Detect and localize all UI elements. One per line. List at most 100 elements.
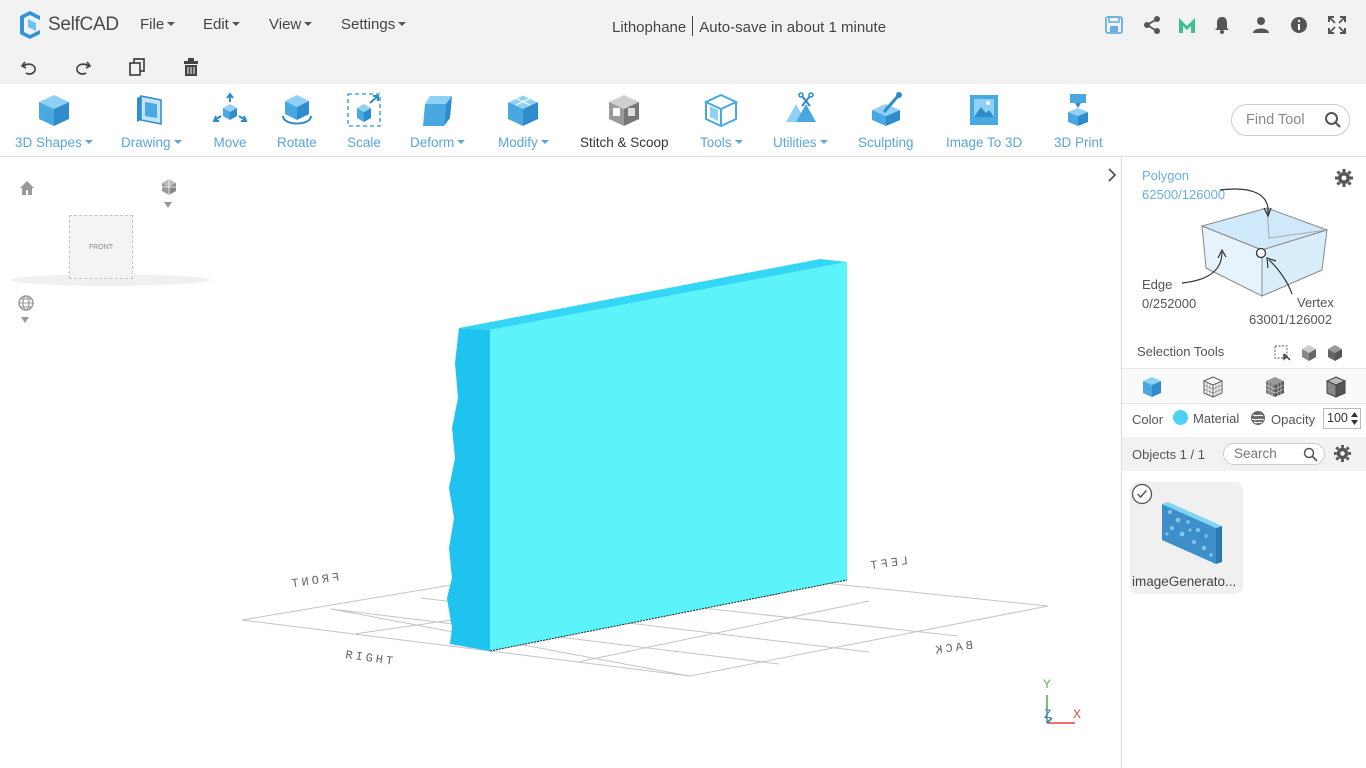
tool-stitch-scoop[interactable]: Stitch & Scoop [580, 92, 669, 150]
axis-z-label: Z [1044, 707, 1052, 721]
image-to-3d-icon [970, 95, 999, 125]
tool-scale[interactable]: Scale [346, 92, 382, 150]
scene-canvas[interactable]: FRONT RIGHT LEFT BACK [0, 158, 1121, 768]
sculpting-icon [871, 92, 902, 126]
save-icon[interactable] [1104, 15, 1124, 35]
object-name: imageGenerato... [1132, 574, 1237, 589]
user-icon[interactable] [1251, 15, 1271, 35]
object-thumbnail [1162, 502, 1222, 564]
checkmark-icon[interactable] [1130, 482, 1154, 506]
tool-utilities[interactable]: Utilities [773, 92, 828, 150]
rotate-icon [281, 95, 312, 125]
tool-deform[interactable]: Deform [410, 92, 465, 150]
axis-x-label: X [1073, 707, 1082, 721]
tool-3d-print[interactable]: 3D Print [1054, 92, 1103, 150]
info-icon[interactable] [1289, 15, 1309, 35]
view-cube[interactable]: FRONT [69, 215, 133, 279]
axis-y-label: Y [1043, 677, 1052, 691]
menu-file[interactable]: File [140, 16, 175, 33]
tool-ribbon: 3D Shapes Drawing Move Rotate Scale Defo… [0, 84, 1366, 157]
solid-mode-icon[interactable] [1325, 376, 1347, 398]
tool-move[interactable]: Move [212, 92, 248, 150]
material-label[interactable]: Material [1193, 411, 1239, 426]
tool-label: Tools [700, 135, 743, 150]
tool-image-to-3d[interactable]: Image To 3D [946, 92, 1022, 150]
color-swatch[interactable] [1173, 410, 1188, 425]
search-icon[interactable] [1324, 111, 1342, 129]
selection-tools-row: Selection Tools [1122, 338, 1366, 368]
properties-panel: Polygon 62500/126000 Edge 0/252000 Verte… [1121, 158, 1366, 768]
gear-icon[interactable] [1333, 444, 1352, 463]
document-title-area: Lithophane Auto-save in about 1 minute [612, 16, 886, 36]
tool-drawing[interactable]: Drawing [121, 92, 182, 150]
edge-label[interactable]: Edge [1142, 277, 1172, 292]
object-card[interactable]: imageGenerato... [1130, 482, 1243, 594]
copy-icon[interactable] [127, 57, 147, 77]
cube-icon [38, 95, 69, 126]
tool-label: Deform [410, 135, 465, 150]
selection-mode-diagram[interactable] [1182, 178, 1342, 308]
tools-icon [703, 93, 739, 128]
document-title[interactable]: Lithophane [612, 19, 686, 36]
tool-3d-shapes[interactable]: 3D Shapes [15, 92, 93, 150]
tool-label: Stitch & Scoop [580, 135, 669, 150]
box-select-icon[interactable] [1273, 344, 1291, 362]
m-logo-icon[interactable] [1177, 15, 1197, 35]
tool-modify[interactable]: Modify [498, 92, 549, 150]
chevron-down-icon[interactable] [162, 200, 174, 210]
bell-icon[interactable] [1212, 15, 1232, 35]
collapse-panel-icon[interactable] [1104, 166, 1120, 184]
app-logo[interactable]: SelfCAD [16, 10, 119, 40]
title-separator [692, 16, 694, 36]
svg-text:FRONT: FRONT [288, 571, 340, 592]
vertex-label[interactable]: Vertex [1297, 295, 1334, 310]
globe-icon[interactable] [17, 294, 35, 312]
stitch-scoop-icon [609, 95, 640, 126]
chevron-down-icon[interactable] [19, 315, 31, 325]
autosave-status: Auto-save in about 1 minute [699, 19, 887, 36]
menu-view[interactable]: View [269, 16, 312, 33]
delete-icon[interactable] [181, 57, 201, 77]
drawing-icon [137, 95, 163, 125]
3d-viewport[interactable]: FRONT RIGHT LEFT BACK Y X Z FRONT [0, 158, 1121, 768]
opacity-icon [1251, 411, 1265, 425]
selection-tools-label: Selection Tools [1137, 344, 1225, 359]
tool-label: Rotate [277, 135, 317, 150]
opacity-input[interactable]: 100 [1323, 408, 1361, 429]
object-mode-icon[interactable] [1141, 376, 1163, 398]
quick-action-bar [0, 50, 1366, 84]
home-icon[interactable] [18, 179, 36, 197]
tool-label: Modify [498, 135, 549, 150]
tool-label: 3D Print [1054, 135, 1103, 150]
view-mode-icon[interactable] [160, 178, 178, 196]
redo-icon[interactable] [73, 57, 93, 77]
faces-mode-icon[interactable] [1264, 376, 1286, 398]
tool-label: Move [213, 135, 247, 150]
tool-rotate[interactable]: Rotate [277, 92, 317, 150]
svg-text:RIGHT: RIGHT [344, 648, 396, 669]
objects-count: Objects 1 / 1 [1132, 447, 1205, 462]
share-icon[interactable] [1142, 15, 1162, 35]
utilities-icon [786, 92, 817, 122]
object-search[interactable] [1223, 443, 1325, 465]
tool-label: Drawing [121, 135, 182, 150]
wireframe-mode-icon[interactable] [1202, 376, 1224, 398]
fullscreen-icon[interactable] [1327, 15, 1347, 35]
find-tool-input[interactable] [1246, 112, 1324, 128]
svg-text:BACK: BACK [932, 639, 974, 659]
tool-tools[interactable]: Tools [700, 92, 743, 150]
search-icon[interactable] [1303, 447, 1318, 462]
invert-select-icon[interactable] [1326, 344, 1344, 362]
tool-label: Image To 3D [946, 135, 1023, 150]
stepper-arrows-icon[interactable] [1350, 410, 1359, 427]
objects-header: Objects 1 / 1 [1122, 437, 1366, 471]
tool-label: Scale [347, 135, 381, 150]
tool-sculpting[interactable]: Sculpting [858, 92, 914, 150]
lithophane-object[interactable] [447, 259, 848, 652]
select-all-icon[interactable] [1300, 344, 1318, 362]
menu-edit[interactable]: Edit [203, 16, 240, 33]
undo-icon[interactable] [19, 57, 39, 77]
find-tool-search[interactable] [1231, 104, 1350, 136]
menu-settings[interactable]: Settings [341, 16, 406, 33]
object-search-input[interactable] [1234, 446, 1304, 461]
